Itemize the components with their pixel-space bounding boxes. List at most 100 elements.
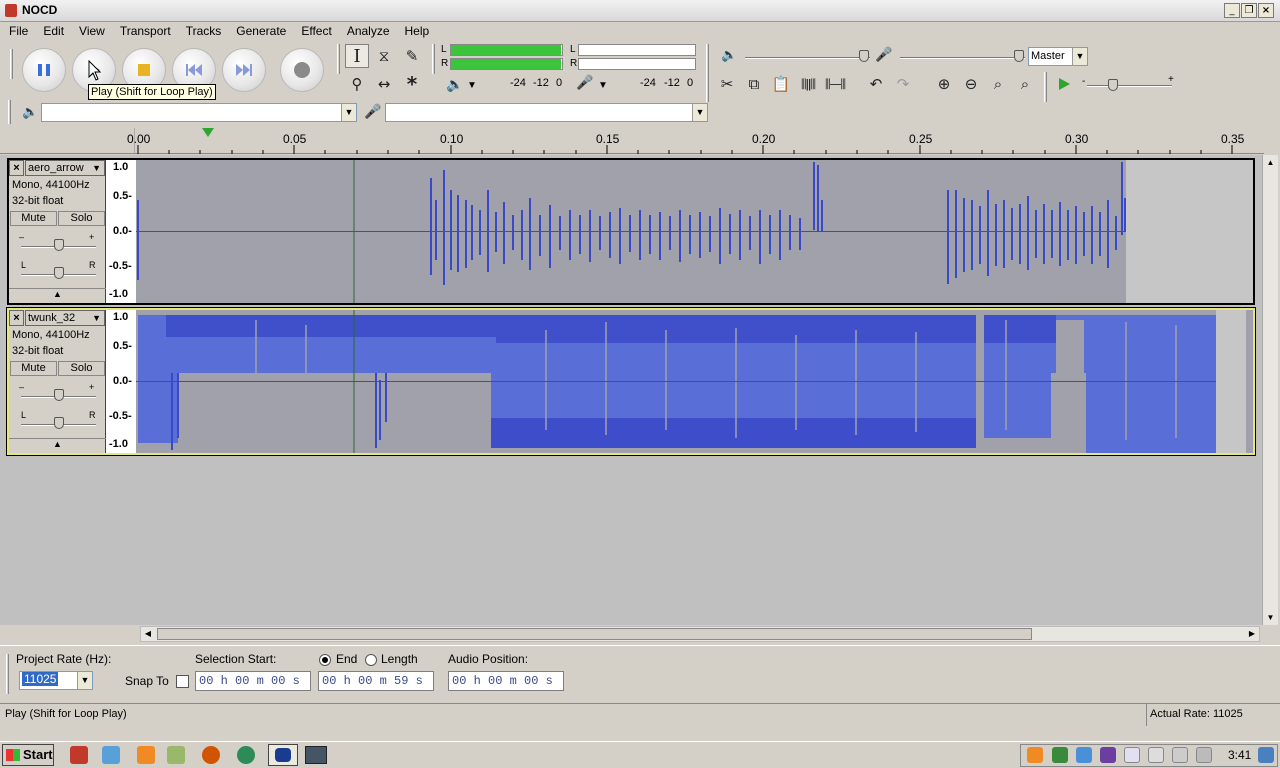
menu-transport[interactable]: Transport (111, 22, 177, 38)
tray-vlc-icon[interactable] (1027, 747, 1043, 763)
waveform-area[interactable] (136, 160, 1253, 303)
tray-show-desktop-icon[interactable] (1258, 747, 1274, 763)
zoom-out-button[interactable]: ⊖ (959, 72, 983, 96)
input-device-select[interactable]: ▼ (385, 103, 708, 122)
speaker-icon[interactable]: 🔈 (446, 77, 463, 93)
toolbar-grip[interactable] (337, 44, 340, 74)
trim-button[interactable]: ⫼ǁ⫼ (796, 72, 820, 96)
input-volume-slider[interactable] (900, 57, 1025, 59)
close-button[interactable]: × (1258, 3, 1274, 18)
output-volume-slider[interactable] (745, 57, 870, 59)
zoom-tool-button[interactable]: ⚲ (345, 72, 369, 96)
taskbar-terminal-icon[interactable] (305, 746, 327, 764)
mute-button[interactable]: Mute (10, 211, 57, 226)
paste-button[interactable]: 📋 (769, 72, 793, 96)
snap-to-checkbox[interactable] (176, 675, 189, 688)
playback-meter-dropdown-icon[interactable]: ▼ (467, 80, 477, 91)
play-at-speed-button[interactable] (1052, 72, 1076, 96)
scroll-down-arrow-icon[interactable]: ▼ (1263, 610, 1278, 625)
solo-button[interactable]: Solo (58, 211, 105, 226)
pan-thumb[interactable] (54, 267, 64, 279)
draw-tool-button[interactable]: ✎ (400, 44, 424, 68)
quicklaunch-folder-icon[interactable] (167, 746, 185, 764)
mute-button[interactable]: Mute (10, 361, 57, 376)
track-name-menu[interactable]: twunk_32 ▼ (25, 310, 105, 326)
time-shift-tool-button[interactable]: ↔ (372, 72, 396, 96)
toolbar-grip[interactable] (6, 654, 9, 694)
vertical-scrollbar[interactable]: ▲ ▼ (1262, 155, 1278, 625)
collapse-track-button[interactable]: ▲ (9, 288, 106, 303)
input-source-select[interactable]: Master ▼ (1028, 47, 1088, 66)
close-track-button[interactable]: × (9, 310, 24, 326)
copy-button[interactable]: ⧉ (742, 72, 766, 96)
multi-tool-button[interactable]: * (400, 72, 424, 96)
scroll-left-arrow-icon[interactable]: ◀ (141, 627, 155, 641)
play-speed-thumb[interactable] (1108, 79, 1118, 91)
project-rate-select[interactable]: 11025 ▼ (19, 671, 93, 690)
maximize-button[interactable]: ❐ (1241, 3, 1257, 18)
gain-thumb[interactable] (54, 239, 64, 251)
play-speed-slider[interactable] (1087, 85, 1172, 87)
track-name-menu[interactable]: aero_arrow ▼ (25, 160, 105, 176)
scroll-up-arrow-icon[interactable]: ▲ (1263, 155, 1278, 170)
tray-microphone-icon[interactable] (1100, 747, 1116, 763)
horizontal-scrollbar[interactable]: ◀ ▶ (140, 626, 1260, 642)
toolbar-grip[interactable] (10, 49, 13, 79)
menu-tracks[interactable]: Tracks (177, 22, 228, 38)
record-button[interactable] (280, 48, 324, 92)
output-volume-thumb[interactable] (859, 50, 869, 62)
input-volume-thumb[interactable] (1014, 50, 1024, 62)
minimize-button[interactable]: _ (1224, 3, 1240, 18)
fit-project-button[interactable]: ⌕ (1013, 72, 1037, 96)
toolbar-grip[interactable] (432, 44, 435, 74)
start-button[interactable]: Start (2, 744, 54, 766)
solo-button[interactable]: Solo (58, 361, 105, 376)
quicklaunch-firefox-icon[interactable] (202, 746, 220, 764)
menu-edit[interactable]: Edit (34, 22, 70, 38)
waveform-area[interactable] (136, 310, 1253, 453)
menu-help[interactable]: Help (396, 22, 436, 38)
quicklaunch-app-icon[interactable] (70, 746, 88, 764)
tray-network-icon[interactable] (1052, 747, 1068, 763)
quicklaunch-vlc-icon[interactable] (137, 746, 155, 764)
record-meter-dropdown-icon[interactable]: ▼ (598, 80, 608, 91)
silence-button[interactable]: ⫼—⫼ (823, 72, 847, 96)
toolbar-grip[interactable] (8, 100, 11, 124)
tray-volume-icon[interactable] (1196, 747, 1212, 763)
end-radio[interactable] (319, 654, 331, 666)
output-device-select[interactable]: ▼ (41, 103, 357, 122)
pan-thumb[interactable] (54, 417, 64, 429)
length-radio[interactable] (365, 654, 377, 666)
pause-button[interactable] (22, 48, 66, 92)
scroll-right-arrow-icon[interactable]: ▶ (1245, 627, 1259, 641)
menu-view[interactable]: View (70, 22, 111, 38)
collapse-track-button[interactable]: ▲ (9, 438, 106, 453)
play-head-marker-icon[interactable] (202, 128, 214, 137)
gain-thumb[interactable] (54, 389, 64, 401)
menu-file[interactable]: File (0, 22, 34, 38)
zoom-in-button[interactable]: ⊕ (932, 72, 956, 96)
fit-selection-button[interactable]: ⌕ (986, 72, 1010, 96)
audio-position-field[interactable]: 00 h 00 m 00 s (448, 671, 564, 691)
horizontal-scroll-thumb[interactable] (157, 628, 1032, 640)
toolbar-grip[interactable] (706, 72, 709, 102)
menu-effect[interactable]: Effect (292, 22, 337, 38)
quicklaunch-notepad-icon[interactable] (102, 746, 120, 764)
tray-flag-icon[interactable] (1148, 747, 1164, 763)
tray-document-icon[interactable] (1124, 747, 1140, 763)
selection-tool-button[interactable]: I (345, 44, 369, 68)
menu-analyze[interactable]: Analyze (338, 22, 396, 38)
selection-end-field[interactable]: 00 h 00 m 59 s (318, 671, 434, 691)
close-track-button[interactable]: × (9, 160, 24, 176)
toolbar-grip[interactable] (1044, 72, 1047, 102)
skip-to-end-button[interactable] (222, 48, 266, 92)
tray-app-icon[interactable] (1076, 747, 1092, 763)
cut-button[interactable]: ✂ (715, 72, 739, 96)
toolbar-grip[interactable] (706, 44, 709, 74)
undo-button[interactable]: ↶ (864, 72, 888, 96)
microphone-icon[interactable]: 🎤 (576, 75, 593, 91)
taskbar-audacity-button[interactable] (268, 744, 298, 766)
timeline-ruler[interactable]: 0.00 0.05 0.10 0.15 0.20 0.25 0.30 0.35 (0, 128, 1264, 154)
menu-generate[interactable]: Generate (227, 22, 292, 38)
selection-start-field[interactable]: 00 h 00 m 00 s (195, 671, 311, 691)
